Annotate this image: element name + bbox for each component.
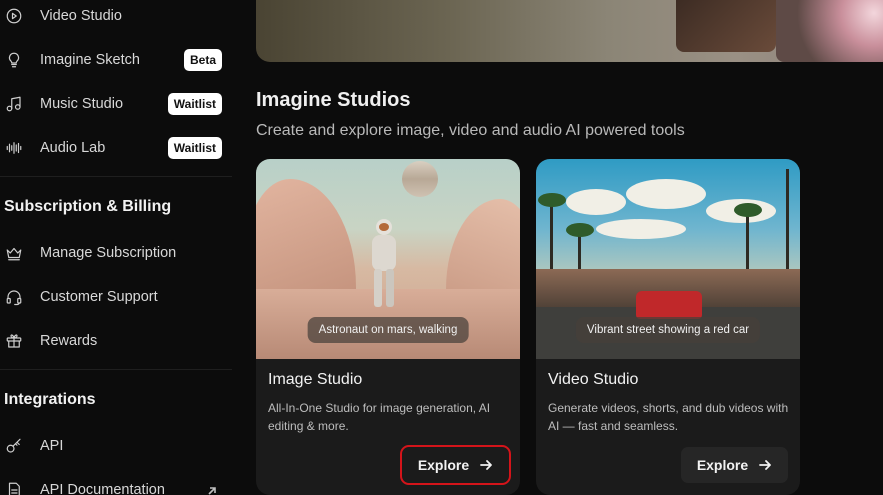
arrow-right-icon [759,460,772,470]
sidebar: Video Studio Imagine Sketch Beta Music S… [0,0,232,495]
headset-icon [4,287,24,307]
sidebar-item-label: Music Studio [40,96,124,112]
waveform-icon [4,138,24,158]
waitlist-badge: Waitlist [167,93,222,115]
astronaut-graphic [370,219,398,309]
sidebar-divider [0,369,232,370]
preview-caption: Vibrant street showing a red car [575,317,761,343]
hero-banner[interactable] [256,0,883,62]
sidebar-item-label: Customer Support [40,289,158,305]
sidebar-item-label: Audio Lab [40,140,106,156]
preview-caption: Astronaut on mars, walking [307,317,469,343]
sidebar-item-api-documentation[interactable]: API Documentation [0,472,232,495]
crown-icon [4,243,24,263]
document-icon [4,480,24,495]
sidebar-item-customer-support[interactable]: Customer Support [0,279,232,315]
planet-graphic [402,161,438,197]
sidebar-item-manage-subscription[interactable]: Manage Subscription [0,235,232,271]
sidebar-item-label: Video Studio [40,8,122,24]
sidebar-item-music-studio[interactable]: Music Studio Waitlist [0,86,232,122]
card-description: Generate videos, shorts, and dub videos … [548,401,789,433]
sidebar-item-label: API [40,438,64,454]
section-title-billing: Subscription & Billing [4,198,172,215]
key-icon [4,436,24,456]
sidebar-item-label: Rewards [40,333,98,349]
play-circle-icon [4,6,24,26]
card-title: Image Studio [268,371,363,388]
hero-thumbnail [676,0,776,52]
explore-label: Explore [696,457,749,473]
sidebar-divider [0,176,232,177]
sidebar-item-api[interactable]: API [0,428,232,464]
section-title-integrations: Integrations [4,391,96,408]
gift-icon [4,331,24,351]
sidebar-item-label: Imagine Sketch [40,52,140,68]
music-note-icon [4,94,24,114]
sidebar-item-label: Manage Subscription [40,245,177,261]
page-subtitle: Create and explore image, video and audi… [256,122,685,139]
arrow-right-icon [480,460,493,470]
sidebar-item-rewards[interactable]: Rewards [0,323,232,359]
sidebar-item-audio-lab[interactable]: Audio Lab Waitlist [0,130,232,166]
video-studio-preview: Vibrant street showing a red car [536,159,800,359]
card-description: All-In-One Studio for image generation, … [268,401,491,433]
card-title: Video Studio [548,371,639,388]
image-studio-explore-button[interactable]: Explore [400,445,511,485]
external-link-icon [206,484,218,495]
sidebar-item-imagine-sketch[interactable]: Imagine Sketch Beta [0,42,232,78]
sidebar-item-label: API Documentation [40,482,165,495]
lightbulb-icon [4,50,24,70]
beta-badge: Beta [183,49,222,71]
page-title: Imagine Studios [256,89,411,111]
image-studio-card[interactable]: Astronaut on mars, walking Image Studio … [256,159,520,495]
image-studio-preview: Astronaut on mars, walking [256,159,520,359]
video-studio-explore-button[interactable]: Explore [681,447,788,483]
red-car-graphic [636,291,702,319]
waitlist-badge: Waitlist [167,137,222,159]
hero-thumbnail [776,0,883,62]
video-studio-card[interactable]: Vibrant street showing a red car Video S… [536,159,800,495]
explore-label: Explore [417,457,470,473]
sidebar-item-video-studio[interactable]: Video Studio [0,0,232,34]
